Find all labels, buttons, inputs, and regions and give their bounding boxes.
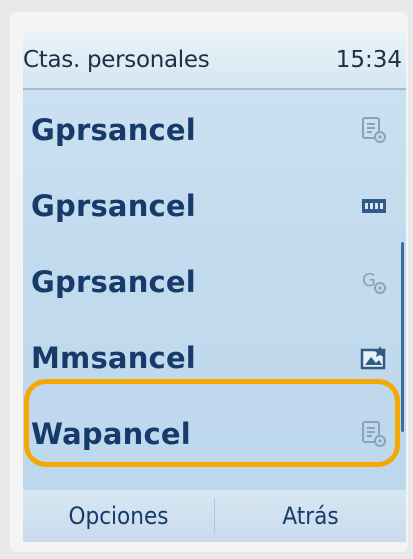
film-strip-icon: [360, 192, 388, 220]
account-label: Gprsancel: [31, 189, 196, 223]
account-label: Gprsancel: [31, 265, 196, 299]
softkey-bar: Opciones Atrás: [23, 490, 406, 542]
list-item[interactable]: Gprsancel G: [23, 244, 406, 320]
document-settings-icon: [360, 116, 388, 144]
list-item[interactable]: Gprsancel: [23, 168, 406, 244]
back-softkey[interactable]: Atrás: [215, 490, 406, 542]
clock: 15:34: [335, 47, 402, 73]
screen-title: Ctas. personales: [23, 47, 210, 73]
svg-text:G: G: [362, 270, 376, 291]
selection-highlight: [24, 379, 400, 467]
list-item[interactable]: Gprsancel: [23, 92, 406, 168]
scrollbar[interactable]: [401, 242, 404, 432]
status-bar: Ctas. personales 15:34: [23, 32, 406, 90]
mms-picture-icon: [360, 344, 388, 372]
gprs-settings-icon: G: [360, 268, 388, 296]
account-label: Gprsancel: [31, 113, 196, 147]
options-softkey[interactable]: Opciones: [23, 490, 214, 542]
account-label: Mmsancel: [31, 341, 196, 375]
